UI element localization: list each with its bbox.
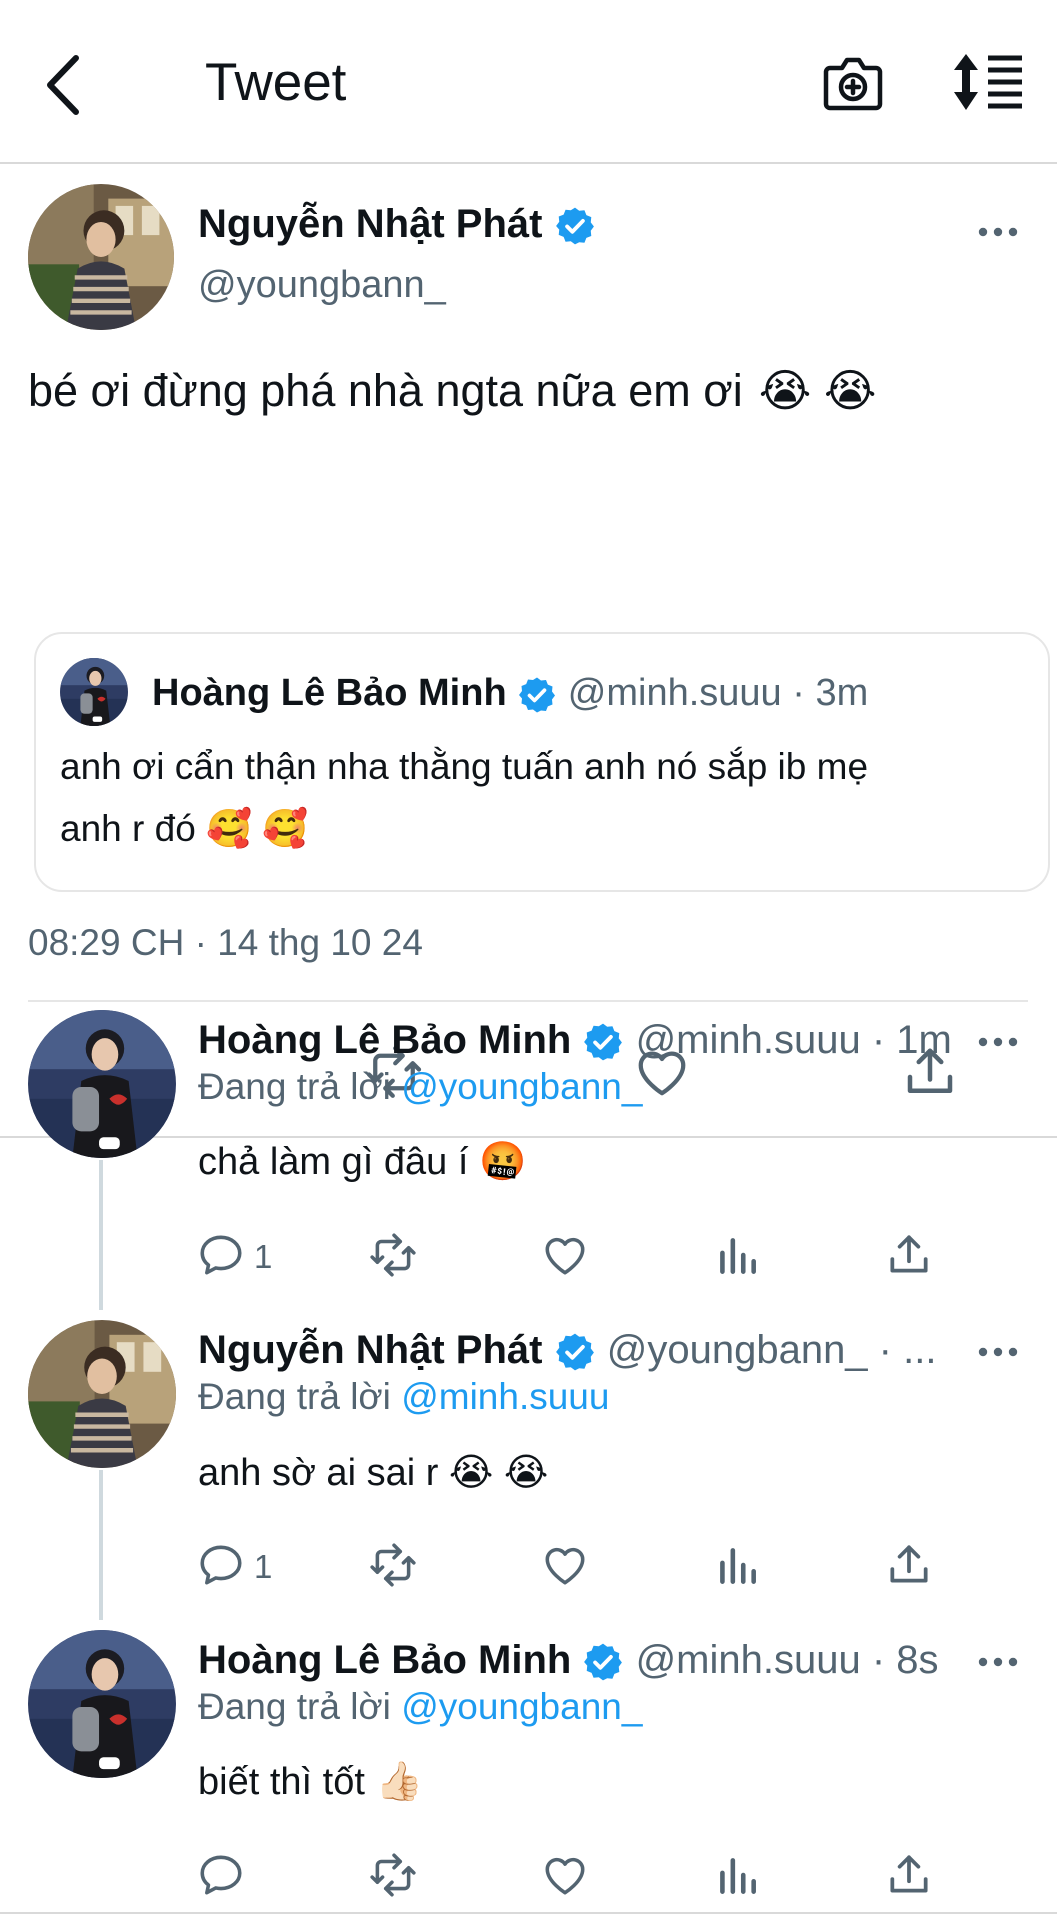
avatar[interactable] — [28, 1320, 176, 1468]
reply-button[interactable] — [196, 1850, 256, 1910]
heart-icon — [540, 1850, 590, 1900]
bar-chart-icon — [712, 1850, 762, 1900]
mention-link[interactable]: @youngbann_ — [401, 1066, 642, 1107]
reply-action-bar: 1 — [0, 1540, 1057, 1600]
share-button[interactable] — [884, 1850, 944, 1910]
camera-plus-icon — [823, 57, 883, 111]
page-title: Tweet — [205, 53, 347, 112]
divider — [28, 1000, 1028, 1002]
author-handle[interactable]: @youngbann_ — [198, 264, 446, 307]
like-button[interactable] — [540, 1540, 600, 1600]
retweet-button[interactable] — [368, 1540, 428, 1600]
share-icon — [884, 1540, 934, 1590]
more-options-button[interactable] — [976, 222, 1020, 242]
reply-action-bar — [0, 1850, 1057, 1910]
reply-action-bar: 1 — [0, 1230, 1057, 1290]
divider — [0, 1912, 1057, 1914]
crying-emoji: 😭 — [758, 365, 812, 416]
thumbs-up-emoji: 👍🏻 — [375, 1761, 423, 1803]
smiling-hearts-emoji: 🥰 — [206, 808, 253, 849]
reply-tweet[interactable]: Hoàng Lê Bảo Minh @minh.suuu · 8s Đang t… — [0, 1630, 1057, 1920]
quote-author-handle: @minh.suuu · 3m — [567, 672, 869, 714]
author-name[interactable]: Hoàng Lê Bảo Minh — [198, 1638, 571, 1682]
retweet-icon — [368, 1230, 418, 1280]
reply-count: 1 — [254, 1238, 273, 1275]
verified-badge-icon — [582, 1021, 624, 1063]
author-handle[interactable]: @minh.suuu · 8s — [636, 1638, 939, 1682]
more-icon — [976, 1032, 1020, 1052]
views-button[interactable] — [712, 1230, 772, 1290]
verified-badge-icon — [554, 205, 596, 247]
reply-count: 1 — [254, 1548, 273, 1585]
author-name[interactable]: Hoàng Lê Bảo Minh — [198, 1018, 571, 1062]
more-options-button[interactable] — [976, 1652, 1020, 1672]
share-icon — [884, 1230, 934, 1280]
replying-to: Đang trả lời @youngbann_ — [198, 1066, 643, 1107]
share-button[interactable] — [884, 1540, 944, 1600]
reply-text: chả làm gì đâu í 🤬 — [198, 1141, 527, 1183]
quoted-tweet[interactable]: Hoàng Lê Bảo Minh @minh.suuu · 3m anh ơi… — [34, 632, 1050, 892]
avatar[interactable] — [28, 184, 174, 330]
camera-button[interactable] — [822, 52, 884, 112]
reply-tweet[interactable]: Nguyễn Nhật Phát @youngbann_ · ... Đang … — [0, 1320, 1057, 1630]
sort-replies-button[interactable] — [952, 52, 1024, 112]
retweet-icon — [368, 1540, 418, 1590]
reply-icon — [196, 1540, 246, 1590]
author-name[interactable]: Nguyễn Nhật Phát — [198, 202, 542, 246]
more-icon — [976, 1652, 1020, 1672]
verified-badge-icon — [517, 675, 557, 715]
tweet-timestamp[interactable]: 08:29 CH · 14 thg 10 24 — [28, 922, 423, 964]
reply-icon — [196, 1850, 246, 1900]
crying-emoji: 😭 😭 — [448, 1452, 549, 1494]
retweet-button[interactable] — [368, 1230, 428, 1290]
heart-icon — [540, 1230, 590, 1280]
views-button[interactable] — [712, 1540, 772, 1600]
bar-chart-icon — [712, 1540, 762, 1590]
share-button[interactable] — [884, 1230, 944, 1290]
sort-icon — [954, 54, 1022, 110]
avatar — [60, 658, 128, 726]
chevron-left-icon — [47, 55, 79, 115]
reply-button[interactable] — [196, 1230, 256, 1290]
more-options-button[interactable] — [976, 1342, 1020, 1362]
reply-text: anh sờ ai sai r 😭 😭 — [198, 1452, 549, 1494]
views-button[interactable] — [712, 1850, 772, 1910]
avatar[interactable] — [28, 1010, 176, 1158]
author-handle[interactable]: @youngbann_ · ... — [607, 1328, 937, 1372]
like-button[interactable] — [540, 1230, 600, 1290]
author-handle[interactable]: @minh.suuu · 1m — [636, 1018, 952, 1062]
reply-tweet[interactable]: Hoàng Lê Bảo Minh @minh.suuu · 1m Đang t… — [0, 1010, 1057, 1320]
like-button[interactable] — [540, 1850, 600, 1910]
more-icon — [976, 1342, 1020, 1362]
more-options-button[interactable] — [976, 1032, 1020, 1052]
mention-link[interactable]: @youngbann_ — [401, 1686, 642, 1727]
verified-badge-icon — [582, 1641, 624, 1683]
quote-author-name: Hoàng Lê Bảo Minh — [152, 672, 507, 714]
retweet-button[interactable] — [368, 1850, 428, 1910]
bar-chart-icon — [712, 1230, 762, 1280]
heart-icon — [540, 1540, 590, 1590]
cursing-face-emoji: 🤬 — [478, 1141, 527, 1183]
retweet-icon — [368, 1850, 418, 1900]
more-icon — [976, 222, 1020, 242]
crying-emoji: 😭 — [823, 365, 877, 416]
verified-badge-icon — [554, 1331, 596, 1373]
reply-icon — [196, 1230, 246, 1280]
smiling-hearts-emoji: 🥰 — [262, 808, 309, 849]
share-icon — [884, 1850, 934, 1900]
top-nav-bar: Tweet — [0, 0, 1057, 164]
tweet-text: bé ơi đừng phá nhà ngta nữa em ơi 😭 😭 — [28, 365, 877, 416]
replying-to: Đang trả lời @minh.suuu — [198, 1376, 610, 1417]
author-name[interactable]: Nguyễn Nhật Phát — [198, 1328, 542, 1372]
quote-text: anh ơi cẩn thận nha thằng tuấn anh nó sắ… — [60, 746, 869, 849]
back-button[interactable] — [40, 50, 90, 120]
mention-link[interactable]: @minh.suuu — [401, 1376, 609, 1417]
avatar[interactable] — [28, 1630, 176, 1778]
replying-to: Đang trả lời @youngbann_ — [198, 1686, 643, 1727]
reply-button[interactable] — [196, 1540, 256, 1600]
reply-text: biết thì tốt 👍🏻 — [198, 1761, 423, 1803]
